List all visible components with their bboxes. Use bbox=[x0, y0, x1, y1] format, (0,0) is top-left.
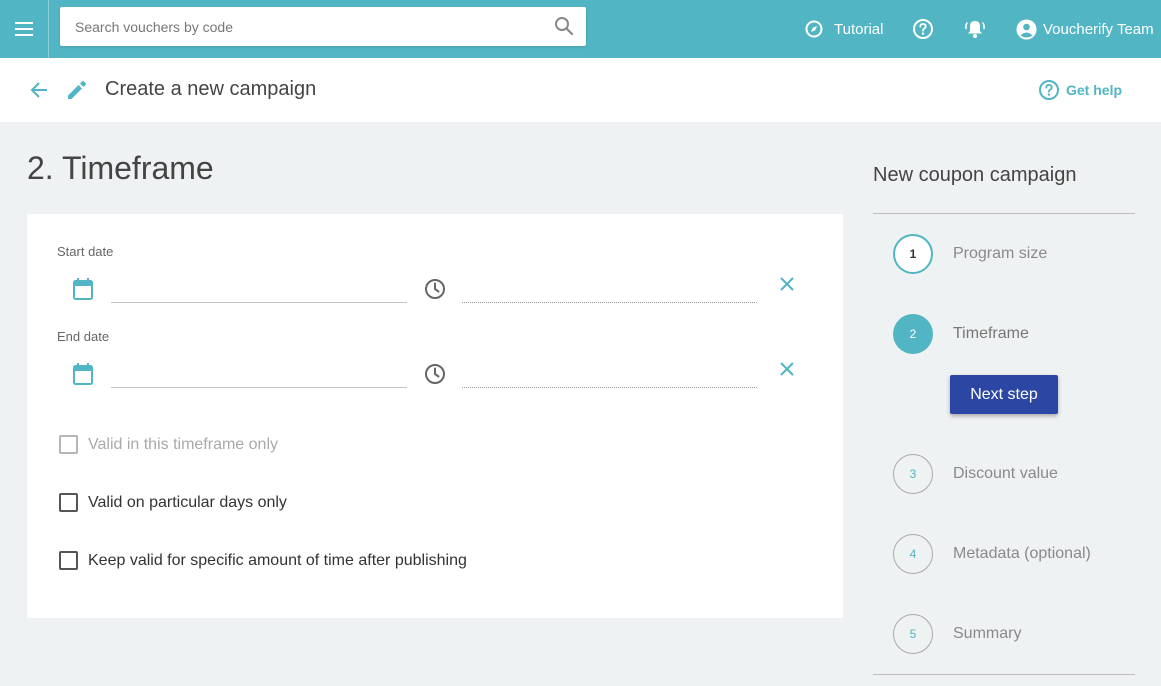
step-number: 1 bbox=[893, 234, 933, 274]
option-label: Valid in this timeframe only bbox=[88, 435, 278, 453]
step-number: 2 bbox=[893, 314, 933, 354]
step-program-size[interactable]: 1 Program size bbox=[893, 234, 1047, 274]
start-date-label: Start date bbox=[57, 244, 114, 259]
help-button[interactable] bbox=[912, 0, 934, 58]
end-date-input[interactable] bbox=[111, 362, 407, 388]
top-bar: Tutorial Voucherify Team bbox=[0, 0, 1161, 58]
calendar-icon[interactable] bbox=[73, 363, 93, 385]
step-heading: 2. Timeframe bbox=[27, 150, 214, 186]
step-number: 5 bbox=[893, 614, 933, 654]
option-label: Keep valid for specific amount of time a… bbox=[88, 551, 467, 569]
user-menu[interactable]: Voucherify Team bbox=[1016, 0, 1154, 58]
next-step-button[interactable]: Next step bbox=[950, 375, 1058, 414]
user-name: Voucherify Team bbox=[1043, 20, 1154, 38]
checkbox[interactable] bbox=[59, 551, 78, 570]
step-label: Metadata (optional) bbox=[953, 545, 1091, 562]
step-timeframe[interactable]: 2 Timeframe bbox=[893, 314, 1029, 354]
step-metadata[interactable]: 4 Metadata (optional) bbox=[893, 534, 1091, 574]
help-circle-icon bbox=[1039, 80, 1059, 100]
back-arrow-icon[interactable] bbox=[28, 79, 50, 101]
option-valid-timeframe[interactable]: Valid in this timeframe only bbox=[59, 435, 278, 454]
hamburger-icon bbox=[15, 22, 33, 36]
search-box bbox=[60, 7, 586, 46]
end-date-label: End date bbox=[57, 329, 110, 344]
divider bbox=[873, 674, 1135, 675]
timeframe-card: Start date End date Valid in this timefr… bbox=[27, 214, 843, 618]
step-label: Program size bbox=[953, 245, 1048, 262]
get-help-label: Get help bbox=[1066, 82, 1123, 98]
search-input[interactable] bbox=[60, 7, 540, 46]
start-time-input[interactable] bbox=[462, 277, 757, 303]
search-icon[interactable] bbox=[554, 16, 574, 36]
tutorial-link[interactable]: Tutorial bbox=[805, 0, 883, 58]
option-particular-days[interactable]: Valid on particular days only bbox=[59, 493, 287, 512]
step-label: Discount value bbox=[953, 465, 1058, 482]
clear-start-icon[interactable] bbox=[780, 277, 794, 291]
clear-end-icon[interactable] bbox=[780, 362, 794, 376]
page-header: Create a new campaign Get help bbox=[0, 58, 1161, 122]
help-icon bbox=[913, 19, 933, 39]
compass-icon bbox=[805, 20, 823, 38]
step-number: 4 bbox=[893, 534, 933, 574]
pencil-icon bbox=[68, 80, 87, 99]
notifications-button[interactable] bbox=[963, 0, 987, 58]
end-time-input[interactable] bbox=[462, 362, 757, 388]
sidebar-title: New coupon campaign bbox=[873, 164, 1077, 186]
calendar-icon[interactable] bbox=[73, 278, 93, 300]
account-icon bbox=[1016, 19, 1037, 39]
divider bbox=[873, 213, 1135, 214]
clock-icon[interactable] bbox=[424, 278, 446, 300]
page-title: Create a new campaign bbox=[105, 78, 317, 100]
menu-button[interactable] bbox=[0, 0, 49, 58]
step-label: Timeframe bbox=[953, 325, 1029, 342]
option-label: Valid on particular days only bbox=[88, 493, 287, 511]
option-valid-after-publishing[interactable]: Keep valid for specific amount of time a… bbox=[59, 551, 467, 570]
step-summary[interactable]: 5 Summary bbox=[893, 614, 1021, 654]
start-date-input[interactable] bbox=[111, 277, 407, 303]
checkbox[interactable] bbox=[59, 435, 78, 454]
bell-icon bbox=[965, 21, 985, 38]
step-number: 3 bbox=[893, 454, 933, 494]
tutorial-label: Tutorial bbox=[834, 20, 884, 38]
checkbox[interactable] bbox=[59, 493, 78, 512]
clock-icon[interactable] bbox=[424, 363, 446, 385]
step-label: Summary bbox=[953, 625, 1022, 642]
get-help-link[interactable]: Get help bbox=[1038, 79, 1122, 101]
step-discount-value[interactable]: 3 Discount value bbox=[893, 454, 1058, 494]
